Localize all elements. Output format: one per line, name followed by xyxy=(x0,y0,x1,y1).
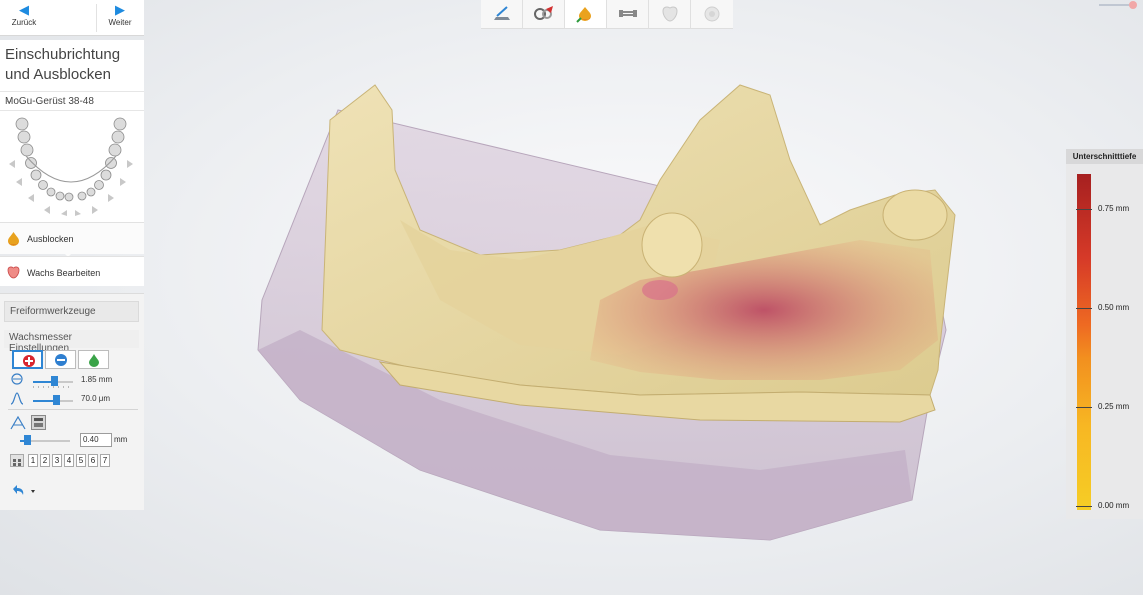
undo-icon xyxy=(13,485,35,495)
preset-row: 1 2 3 4 5 6 7 xyxy=(10,454,140,470)
step-title: Einschubrichtung und Ausblocken xyxy=(5,46,121,83)
preset-button-4[interactable]: 4 xyxy=(64,454,74,467)
legend-label-075: 0.75 mm xyxy=(1098,204,1130,213)
dental-model-render[interactable] xyxy=(0,0,1143,595)
back-label: Zurück xyxy=(11,18,37,27)
depth-slider-row: 0.40 mm xyxy=(10,433,140,449)
mode-label-wachs: Wachs Bearbeiten xyxy=(27,268,101,278)
tooth-chart[interactable] xyxy=(6,116,136,216)
legend-tick xyxy=(1076,209,1092,210)
3d-viewport[interactable] xyxy=(0,0,1143,595)
blockout-icon xyxy=(576,7,591,23)
toolbar-framework[interactable] xyxy=(607,0,649,29)
back-button[interactable]: ◀ Zurück xyxy=(0,2,48,34)
legend-tick xyxy=(1076,407,1092,408)
angle-slider-row: 70.0 μm xyxy=(10,391,140,407)
toolbar-finalize[interactable] xyxy=(691,0,733,29)
chevron-down-icon: ⌄ xyxy=(5,95,14,106)
preset-button-6[interactable]: 6 xyxy=(88,454,98,467)
mode-ausblocken[interactable]: Ausblocken xyxy=(0,222,144,254)
next-button[interactable]: ▶ Weiter xyxy=(96,2,144,34)
next-label: Weiter xyxy=(108,18,132,27)
size-slider-row: 1.85 mm xyxy=(10,372,140,388)
size-slider[interactable] xyxy=(33,376,73,386)
smooth-wax-icon xyxy=(89,354,99,367)
freiform-header[interactable]: Freiformwerkzeuge xyxy=(4,301,139,322)
preset-button-2[interactable]: 2 xyxy=(40,454,50,467)
undo-button[interactable] xyxy=(10,484,50,500)
depth-slider[interactable] xyxy=(20,435,70,445)
mode-wachs-bearbeiten[interactable]: Wachs Bearbeiten xyxy=(0,256,144,286)
preset-button-3[interactable]: 3 xyxy=(52,454,62,467)
case-dropdown[interactable]: MoGu-Gerüst 38-48 ⌄ xyxy=(0,91,144,111)
tooth-crown xyxy=(641,212,703,278)
toolbar-blockout[interactable] xyxy=(565,0,607,29)
framework-icon xyxy=(619,10,637,17)
wax-profile-icon xyxy=(10,392,24,405)
wax-tooth-icon xyxy=(7,266,20,279)
toolbar-design-tools[interactable] xyxy=(523,0,565,29)
workflow-toolbar xyxy=(481,0,733,29)
wachsmesser-header: Wachsmesser Einstellungen xyxy=(4,330,139,354)
legend-tick xyxy=(1076,308,1092,309)
depth-input[interactable]: 0.40 xyxy=(80,433,112,447)
legend-title: Unterschnitttiefe xyxy=(1066,149,1143,164)
legend-tick xyxy=(1076,506,1092,507)
wax-tool-buttons xyxy=(12,350,112,370)
preset-reset-button[interactable] xyxy=(10,454,24,467)
toolbar-scan-preparation[interactable] xyxy=(481,0,523,29)
preset-button-1[interactable]: 1 xyxy=(28,454,38,467)
finalize-icon xyxy=(704,6,720,22)
arrow-right-icon: ▶ xyxy=(115,2,125,17)
legend-label-025: 0.25 mm xyxy=(1098,402,1130,411)
curve-mode-icon[interactable] xyxy=(10,416,26,430)
size-value: 1.85 mm xyxy=(81,375,113,384)
size-slider-thumb[interactable] xyxy=(51,376,58,386)
mode-label-ausblocken: Ausblocken xyxy=(27,234,74,244)
add-wax-icon xyxy=(23,355,35,367)
brush-size-icon xyxy=(11,373,23,385)
tools-divider xyxy=(8,409,138,410)
tooth-shape-icon xyxy=(662,6,678,22)
scan-preparation-icon xyxy=(494,6,510,20)
add-wax-button[interactable] xyxy=(12,350,43,369)
wax-drop-icon xyxy=(8,232,19,246)
grid-icon xyxy=(13,459,21,466)
angle-value: 70.0 μm xyxy=(81,394,111,403)
view-slider-widget[interactable] xyxy=(1099,1,1139,9)
preset-button-7[interactable]: 7 xyxy=(100,454,110,467)
legend-color-bar xyxy=(1077,174,1091,510)
angle-slider[interactable] xyxy=(33,395,73,405)
undercut-legend: Unterschnitttiefe 0.75 mm 0.50 mm 0.25 m… xyxy=(1066,149,1143,519)
step-panel: Einschubrichtung und Ausblocken MoGu-Ger… xyxy=(0,40,144,222)
preset-button-5[interactable]: 5 xyxy=(76,454,86,467)
remove-wax-icon xyxy=(55,354,67,366)
depth-unit: mm xyxy=(114,435,128,444)
left-panel: ◀ Zurück ▶ Weiter Einschubrichtung und A… xyxy=(0,0,144,510)
legend-label-050: 0.50 mm xyxy=(1098,303,1130,312)
toolbar-tooth-shape[interactable] xyxy=(649,0,691,29)
legend-label-000: 0.00 mm xyxy=(1098,501,1130,510)
smooth-wax-button[interactable] xyxy=(78,350,109,369)
layer-stack-icon xyxy=(34,418,43,427)
remove-wax-button[interactable] xyxy=(45,350,76,369)
angle-slider-thumb[interactable] xyxy=(53,395,60,405)
depth-mode-row xyxy=(10,415,140,434)
depth-mode-button[interactable] xyxy=(31,415,46,430)
depth-slider-thumb[interactable] xyxy=(24,435,31,445)
design-tools-icon xyxy=(534,6,553,20)
nav-bar: ◀ Zurück ▶ Weiter xyxy=(0,0,144,36)
arrow-left-icon: ◀ xyxy=(19,2,29,17)
